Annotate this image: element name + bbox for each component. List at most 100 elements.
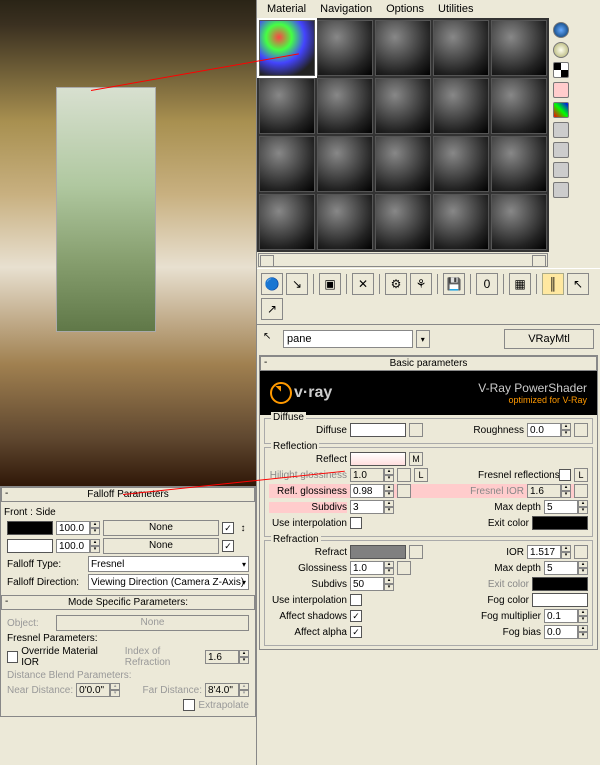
material-slot[interactable]: [491, 78, 547, 134]
refl-gloss-spinner[interactable]: ▴▾: [350, 484, 394, 498]
background-icon[interactable]: [553, 62, 569, 78]
refl-subdivs-spinner[interactable]: ▴▾: [350, 500, 394, 514]
reflect-map-button[interactable]: M: [409, 452, 423, 466]
menu-options[interactable]: Options: [380, 2, 430, 16]
falloff-type-select[interactable]: Fresnel: [88, 556, 249, 572]
material-slot[interactable]: [491, 136, 547, 192]
front-color-swatch[interactable]: [7, 521, 53, 535]
basic-params-header[interactable]: - Basic parameters: [260, 356, 597, 371]
menu-navigation[interactable]: Navigation: [314, 2, 378, 16]
ior-map-button[interactable]: [574, 545, 588, 559]
backlight-icon[interactable]: [553, 42, 569, 58]
select-by-mat-icon[interactable]: [553, 162, 569, 178]
material-slot[interactable]: [433, 136, 489, 192]
fresnel-lock-button[interactable]: L: [574, 468, 588, 482]
sample-uv-icon[interactable]: [553, 82, 569, 98]
side-map-button[interactable]: None: [103, 538, 219, 554]
material-slot[interactable]: [375, 20, 431, 76]
material-slot[interactable]: [259, 78, 315, 134]
show-end-result-button[interactable]: ║: [542, 273, 564, 295]
slot-scrollbar[interactable]: [258, 253, 548, 267]
material-slot[interactable]: [317, 20, 373, 76]
refract-map-button[interactable]: [409, 545, 423, 559]
fog-color-swatch[interactable]: [532, 593, 588, 607]
refl-maxdepth-spinner[interactable]: ▴▾: [544, 500, 588, 514]
reflection-legend: Reflection: [271, 441, 319, 452]
roughness-spinner[interactable]: ▴▾: [527, 423, 571, 437]
fog-bias-spinner[interactable]: ▴▾: [544, 625, 588, 639]
swap-button[interactable]: ↕: [237, 523, 249, 534]
options-icon[interactable]: [553, 142, 569, 158]
put-to-library-button[interactable]: 💾: [443, 273, 465, 295]
material-slot[interactable]: [317, 78, 373, 134]
menu-utilities[interactable]: Utilities: [432, 2, 479, 16]
make-preview-icon[interactable]: [553, 122, 569, 138]
show-map-button[interactable]: ▦: [509, 273, 531, 295]
fresnel-checkbox[interactable]: [559, 469, 571, 481]
refl-gloss-map-button[interactable]: [397, 484, 411, 498]
fresnel-ior-map-button[interactable]: [574, 484, 588, 498]
refr-gloss-map-button[interactable]: [397, 561, 411, 575]
go-forward-button[interactable]: ↗: [261, 298, 283, 320]
side-color-swatch[interactable]: [7, 539, 53, 553]
sample-options-toolbar: [549, 18, 573, 268]
material-slot[interactable]: [433, 20, 489, 76]
material-slot[interactable]: [375, 78, 431, 134]
material-slot[interactable]: [433, 194, 489, 250]
ior-spinner[interactable]: ▴▾: [527, 545, 571, 559]
refraction-legend: Refraction: [271, 534, 321, 545]
refl-interp-checkbox[interactable]: [350, 517, 362, 529]
material-slot[interactable]: [491, 20, 547, 76]
side-enable-checkbox[interactable]: [222, 540, 234, 552]
front-map-button[interactable]: None: [103, 520, 219, 536]
material-name-dropdown[interactable]: ▾: [416, 330, 430, 348]
affect-shadows-checkbox[interactable]: [350, 610, 362, 622]
mode-specific-header[interactable]: - Mode Specific Parameters:: [1, 595, 255, 610]
material-slot[interactable]: [375, 194, 431, 250]
material-slot[interactable]: [259, 136, 315, 192]
pick-material-icon[interactable]: ↖: [263, 331, 279, 347]
material-slot[interactable]: [375, 136, 431, 192]
reset-button[interactable]: ✕: [352, 273, 374, 295]
make-copy-button[interactable]: ⚙: [385, 273, 407, 295]
refract-color-swatch[interactable]: [350, 545, 406, 559]
refr-interp-checkbox[interactable]: [350, 594, 362, 606]
front-enable-checkbox[interactable]: [222, 522, 234, 534]
material-slot[interactable]: [317, 194, 373, 250]
roughness-map-button[interactable]: [574, 423, 588, 437]
diffuse-map-button[interactable]: [409, 423, 423, 437]
affect-alpha-checkbox[interactable]: [350, 626, 362, 638]
video-check-icon[interactable]: [553, 102, 569, 118]
material-slot[interactable]: [491, 194, 547, 250]
go-parent-button[interactable]: ↖: [567, 273, 589, 295]
material-slot[interactable]: [317, 136, 373, 192]
falloff-direction-select[interactable]: Viewing Direction (Camera Z-Axis): [88, 574, 249, 590]
material-id-button[interactable]: 0: [476, 273, 498, 295]
material-name-input[interactable]: [283, 330, 413, 348]
assign-button[interactable]: ▣: [319, 273, 341, 295]
reflect-color-swatch[interactable]: [350, 452, 406, 466]
diffuse-color-swatch[interactable]: [350, 423, 406, 437]
lock-hilight-button[interactable]: L: [414, 468, 428, 482]
side-value-spinner[interactable]: ▴▾: [56, 539, 100, 553]
collapse-icon[interactable]: -: [5, 488, 8, 499]
material-map-nav-icon[interactable]: [553, 182, 569, 198]
put-to-scene-button[interactable]: ↘: [286, 273, 308, 295]
get-material-button[interactable]: 🔵: [261, 273, 283, 295]
hilight-map-button[interactable]: [397, 468, 411, 482]
refr-maxdepth-spinner[interactable]: ▴▾: [544, 561, 588, 575]
refr-gloss-spinner[interactable]: ▴▾: [350, 561, 394, 575]
refl-exit-color-swatch[interactable]: [532, 516, 588, 530]
menu-material[interactable]: Material: [261, 2, 312, 16]
override-ior-checkbox[interactable]: [7, 651, 18, 663]
material-slot[interactable]: [433, 78, 489, 134]
make-unique-button[interactable]: ⚘: [410, 273, 432, 295]
panel-header[interactable]: - Falloff Parameters: [1, 487, 255, 502]
sample-type-icon[interactable]: [553, 22, 569, 38]
refr-subdivs-spinner[interactable]: ▴▾: [350, 577, 394, 591]
fog-mult-spinner[interactable]: ▴▾: [544, 609, 588, 623]
material-slot[interactable]: [259, 194, 315, 250]
material-type-button[interactable]: VRayMtl: [504, 329, 594, 349]
front-value-spinner[interactable]: ▴▾: [56, 521, 100, 535]
material-slot-selected[interactable]: [259, 20, 315, 76]
